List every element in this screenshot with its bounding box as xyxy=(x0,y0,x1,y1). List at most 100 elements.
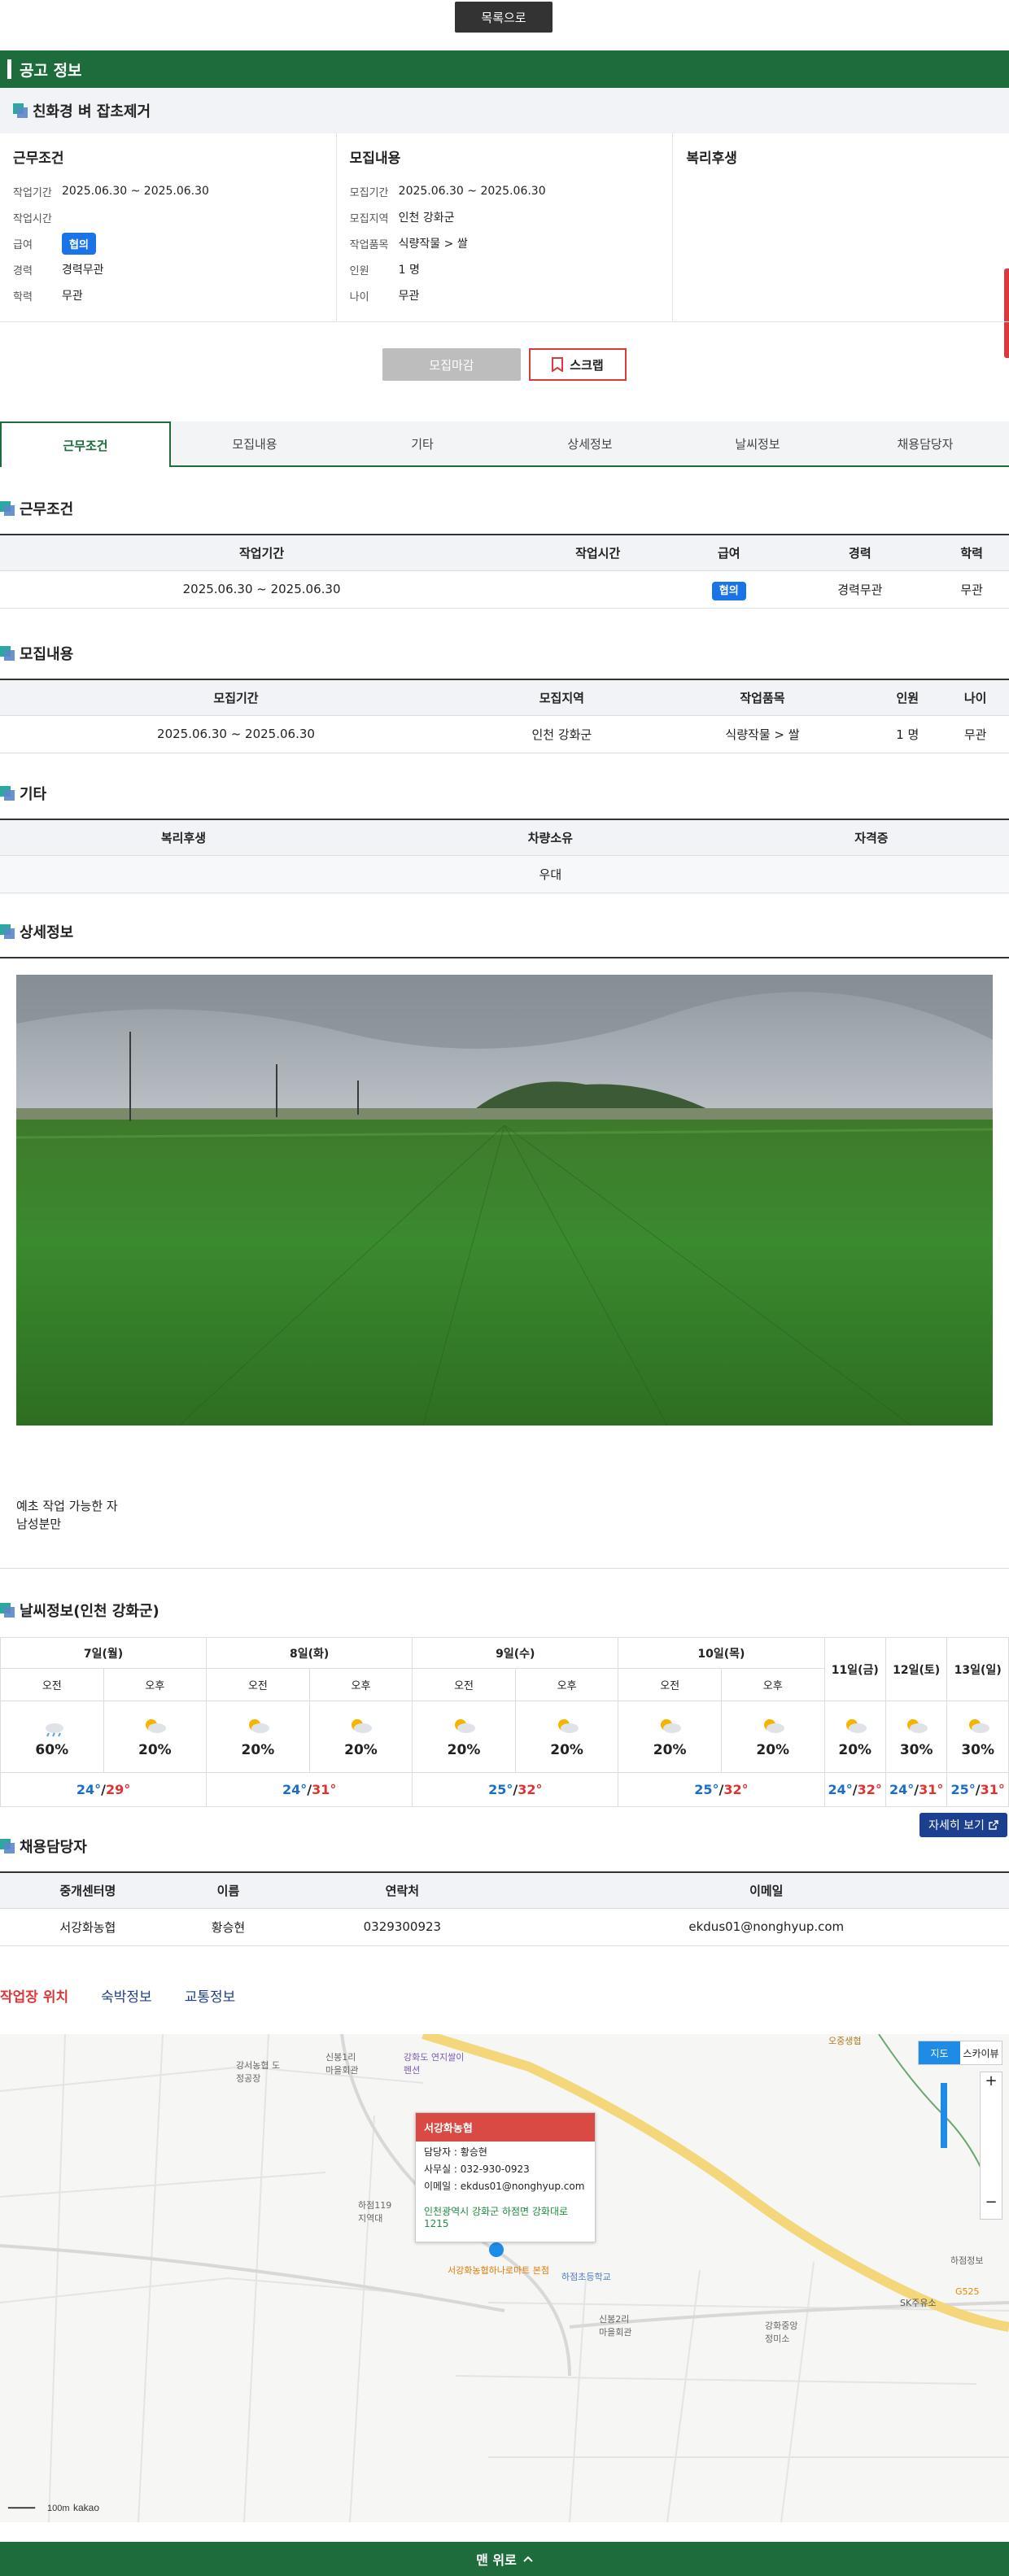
precip-prob: 20% xyxy=(550,1741,583,1758)
weather-cell: 20% xyxy=(308,1701,413,1773)
weather-day: 10일(목) xyxy=(618,1637,825,1669)
table-header: 작업품목 xyxy=(651,679,874,716)
summary-value: 인천 강화군 xyxy=(398,212,455,225)
tab-lodging-info[interactable]: 숙박정보 xyxy=(101,1985,152,2006)
precip-prob: 20% xyxy=(653,1741,687,1758)
table-header: 자격증 xyxy=(733,819,1009,856)
table-header: 경력 xyxy=(785,534,935,571)
weather-cell: 20% xyxy=(103,1701,207,1773)
summary-work: 근무조건 작업기간 2025.06.30 ~ 2025.06.30 작업시간 급여… xyxy=(0,133,337,321)
table-header: 모집기간 xyxy=(0,679,472,716)
weather-day: 11일(금) xyxy=(823,1637,886,1701)
weather-more-button[interactable]: 자세히 보기 xyxy=(919,1813,1007,1837)
detail-tabs: 근무조건 모집내용 기타 상세정보 날씨정보 채용담당자 xyxy=(0,421,1009,467)
recruit-closed-button[interactable]: 모집마감 xyxy=(382,348,521,381)
weather-cell: 30% xyxy=(946,1701,1009,1773)
weather-cell: 20% xyxy=(514,1701,619,1773)
detail-line: 남성분만 xyxy=(16,1517,62,1531)
weather-day: 7일(월) xyxy=(0,1637,207,1669)
map-pin-icon[interactable] xyxy=(489,2242,504,2257)
etc-table: 복리후생 차량소유 자격증 우대 xyxy=(0,819,1009,893)
section-title-text: 기타 xyxy=(20,786,47,803)
temp-low: 24° xyxy=(889,1782,915,1797)
table-cell xyxy=(0,855,367,893)
table-header: 작업기간 xyxy=(0,534,524,571)
table-cell: 무관 xyxy=(934,570,1009,609)
post-title-bar: 친화경 벼 잡초제거 xyxy=(0,88,1009,133)
table-header: 작업시간 xyxy=(523,534,673,571)
table-cell: 2025.06.30 ~ 2025.06.30 xyxy=(0,715,472,753)
list-button[interactable]: 목록으로 xyxy=(455,2,553,33)
popup-email: 이메일 : ekdus01@nonghyup.com xyxy=(424,2181,585,2192)
tab-worksite-location[interactable]: 작업장 위치 xyxy=(0,1985,68,2006)
map-zoom-control[interactable]: + − xyxy=(980,2072,1002,2220)
popup-manager: 담당자 : 황승현 xyxy=(424,2146,487,2158)
map-label: 하점119 지역대 xyxy=(358,2200,392,2224)
tab-detail[interactable]: 상세정보 xyxy=(506,421,674,465)
table-row: 우대 xyxy=(0,855,1009,893)
precip-prob: 30% xyxy=(961,1741,995,1758)
summary-value: 1 명 xyxy=(398,264,420,277)
weather-temp: 25°/32° xyxy=(412,1772,619,1807)
pay-badge: 협의 xyxy=(711,581,746,600)
weather-pm: 오후 xyxy=(103,1668,207,1701)
tab-contact[interactable]: 채용담당자 xyxy=(841,421,1009,465)
tab-recruit[interactable]: 모집내용 xyxy=(171,421,339,465)
map-type-toggle: 지도 스카이뷰 xyxy=(918,2041,1002,2065)
map-label: 서강화농협하나로마트 본점 xyxy=(448,2265,549,2276)
precip-prob: 20% xyxy=(838,1741,872,1758)
table-header: 이름 xyxy=(175,1871,282,1909)
detail-line: 예초 작업 가능한 자 xyxy=(16,1499,118,1513)
precip-prob: 20% xyxy=(138,1741,172,1758)
map-type-map[interactable]: 지도 xyxy=(919,2041,960,2064)
temp-low: 25° xyxy=(488,1782,513,1797)
scrap-button[interactable]: 스크랩 xyxy=(529,348,627,381)
table-cell xyxy=(733,855,1009,893)
weather-section-title: 날씨정보(인천 강화군) xyxy=(0,1600,159,1621)
summary-value: 무관 xyxy=(62,290,83,303)
zoom-in-icon[interactable]: + xyxy=(981,2072,1002,2089)
chevron-up-icon xyxy=(523,2556,533,2562)
more-label: 자세히 보기 xyxy=(928,1819,985,1832)
table-header: 학력 xyxy=(934,534,1009,571)
map-label: 강서농협 도정공장 xyxy=(236,2060,281,2084)
tab-etc[interactable]: 기타 xyxy=(339,421,506,465)
weather-am: 오전 xyxy=(206,1668,310,1701)
weather-cell: 20% xyxy=(720,1701,825,1773)
table-cell: 황승현 xyxy=(175,1908,282,1946)
section-square-icon xyxy=(0,1603,15,1618)
precip-prob: 20% xyxy=(344,1741,378,1758)
summary-value: 2025.06.30 ~ 2025.06.30 xyxy=(62,185,209,198)
section-square-icon xyxy=(0,786,15,801)
summary-welfare-heading: 복리후생 xyxy=(686,151,737,167)
tab-work[interactable]: 근무조건 xyxy=(0,421,171,467)
map-type-skyview[interactable]: 스카이뷰 xyxy=(960,2041,1002,2064)
summary-label: 학력 xyxy=(13,290,33,303)
precip-prob: 60% xyxy=(35,1741,69,1758)
precip-prob: 20% xyxy=(447,1741,481,1758)
precip-prob: 20% xyxy=(756,1741,790,1758)
tab-traffic-info[interactable]: 교통정보 xyxy=(185,1985,236,2006)
partly-cloudy-icon xyxy=(248,1718,269,1733)
map-view[interactable]: ━━━━━ 100m kakao 강서농협 도정공장 신봉1리 마을회관 강화도… xyxy=(0,2034,1009,2522)
zoom-out-icon[interactable]: − xyxy=(981,2194,1002,2211)
temp-low: 24° xyxy=(76,1782,102,1797)
svg-text:━━━━━: ━━━━━ xyxy=(7,2504,35,2513)
summary-label: 경력 xyxy=(13,264,33,277)
tab-weather[interactable]: 날씨정보 xyxy=(674,421,841,465)
summary-label: 작업기간 xyxy=(13,186,52,199)
table-header: 모집지역 xyxy=(471,679,652,716)
table-row: 2025.06.30 ~ 2025.06.30 인천 강화군 식량작물 > 쌀 … xyxy=(0,715,1009,753)
table-cell: 인천 강화군 xyxy=(471,715,652,753)
section-title-text: 모집내용 xyxy=(20,646,74,663)
table-cell: 무관 xyxy=(941,715,1009,753)
weather-temp: 24°/31° xyxy=(206,1772,413,1807)
cloud-rain-icon xyxy=(45,1722,63,1736)
summary-label: 작업시간 xyxy=(13,212,52,225)
table-row: 서강화농협 황승현 0329300923 ekdus01@nonghyup.co… xyxy=(0,1908,1009,1946)
table-header: 나이 xyxy=(941,679,1009,716)
scroll-top-button[interactable]: 맨 위로 xyxy=(0,2542,1009,2576)
map-label: G525 xyxy=(955,2286,980,2297)
temp-high: 32° xyxy=(857,1782,882,1797)
temp-low: 25° xyxy=(950,1782,976,1797)
